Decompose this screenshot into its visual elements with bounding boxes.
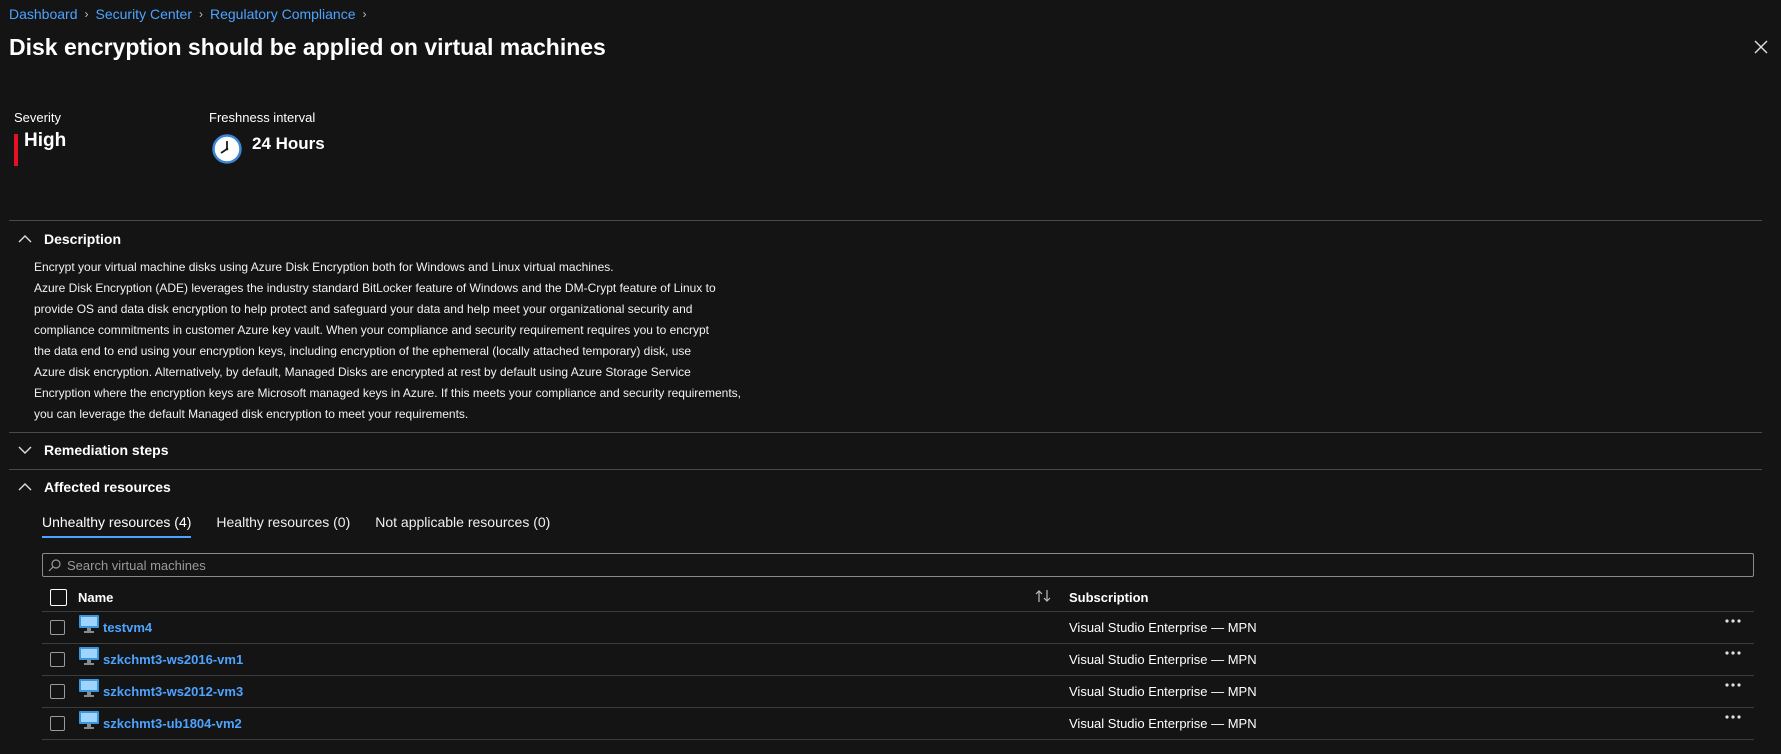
- tab-unhealthy[interactable]: Unhealthy resources (4): [42, 514, 192, 538]
- row-checkbox[interactable]: [50, 684, 65, 699]
- description-line: Azure disk encryption. Alternatively, by…: [34, 365, 691, 379]
- page-title: Disk encryption should be applied on vir…: [9, 34, 606, 60]
- severity-value: High: [24, 130, 67, 151]
- chevron-up-icon: [18, 483, 32, 491]
- search-icon: [48, 558, 61, 571]
- clock-icon: [212, 134, 242, 164]
- vm-name-link[interactable]: szkchmt3-ub1804-vm2: [103, 716, 242, 731]
- row-checkbox[interactable]: [50, 716, 65, 731]
- row-checkbox[interactable]: [50, 652, 65, 667]
- divider: [9, 469, 1762, 470]
- resources-table: Name Subscription testvm4 Visual Studio …: [42, 583, 1754, 740]
- table-row: testvm4 Visual Studio Enterprise — MPN: [42, 612, 1754, 644]
- description-line: you can leverage the default Managed dis…: [34, 407, 469, 421]
- section-remediation-title: Remediation steps: [44, 442, 169, 458]
- severity-block: Severity High: [14, 110, 66, 166]
- freshness-block: Freshness interval 24 Hours: [209, 110, 325, 164]
- more-options-icon[interactable]: [1724, 714, 1742, 720]
- select-all-checkbox[interactable]: [50, 588, 67, 606]
- table-header: Name Subscription: [42, 583, 1754, 612]
- description-line: compliance commitments in customer Azure…: [34, 323, 709, 337]
- more-options-icon[interactable]: [1724, 618, 1742, 624]
- vm-name-cell: testvm4: [78, 614, 152, 635]
- subscription-cell: Visual Studio Enterprise — MPN: [1069, 652, 1257, 667]
- breadcrumb: Dashboard › Security Center › Regulatory…: [9, 6, 374, 22]
- freshness-label: Freshness interval: [209, 110, 316, 125]
- sort-icon[interactable]: [1034, 589, 1052, 603]
- column-header-name[interactable]: Name: [78, 590, 113, 605]
- description-line: provide OS and data disk encryption to h…: [34, 302, 693, 316]
- vm-name-link[interactable]: szkchmt3-ws2016-vm1: [103, 652, 243, 667]
- section-affected-header[interactable]: Affected resources: [18, 479, 171, 495]
- vm-name-link[interactable]: testvm4: [103, 620, 152, 635]
- vm-name-link[interactable]: szkchmt3-ws2012-vm3: [103, 684, 243, 699]
- chevron-right-icon: ›: [84, 7, 89, 21]
- column-header-subscription: Subscription: [1069, 589, 1149, 605]
- row-checkbox[interactable]: [50, 620, 65, 635]
- breadcrumb-regulatory-compliance[interactable]: Regulatory Compliance: [210, 6, 356, 22]
- search-box: [42, 553, 1754, 577]
- more-options-icon[interactable]: [1724, 650, 1742, 656]
- close-icon[interactable]: [1752, 38, 1770, 56]
- breadcrumb-security-center[interactable]: Security Center: [96, 6, 192, 22]
- search-input[interactable]: [65, 556, 1719, 574]
- chevron-right-icon: ›: [198, 7, 203, 21]
- virtual-machine-icon: [79, 614, 99, 633]
- section-remediation-header[interactable]: Remediation steps: [18, 442, 168, 458]
- chevron-down-icon: [18, 446, 32, 454]
- severity-indicator: [14, 134, 18, 166]
- resource-tabs: Unhealthy resources (4) Healthy resource…: [42, 514, 575, 538]
- subscription-cell: Visual Studio Enterprise — MPN: [1069, 620, 1257, 635]
- section-description-header[interactable]: Description: [18, 231, 121, 247]
- more-options-icon[interactable]: [1724, 682, 1742, 688]
- virtual-machine-icon: [79, 710, 99, 729]
- description-text: Encrypt your virtual machine disks using…: [34, 257, 794, 425]
- freshness-value: 24 Hours: [252, 134, 325, 153]
- subscription-cell: Visual Studio Enterprise — MPN: [1069, 684, 1257, 699]
- vm-name-cell: szkchmt3-ub1804-vm2: [78, 710, 242, 731]
- table-row: szkchmt3-ws2012-vm3 Visual Studio Enterp…: [42, 676, 1754, 708]
- tab-not-applicable[interactable]: Not applicable resources (0): [375, 514, 550, 538]
- vm-name-cell: szkchmt3-ws2016-vm1: [78, 646, 243, 667]
- table-row: szkchmt3-ws2016-vm1 Visual Studio Enterp…: [42, 644, 1754, 676]
- chevron-right-icon: ›: [362, 7, 367, 21]
- description-line: Azure Disk Encryption (ADE) leverages th…: [34, 281, 716, 295]
- description-line: the data end to end using your encryptio…: [34, 344, 692, 358]
- subscription-cell: Visual Studio Enterprise — MPN: [1069, 716, 1257, 731]
- virtual-machine-icon: [79, 646, 99, 665]
- divider: [9, 432, 1762, 433]
- virtual-machine-icon: [79, 678, 99, 697]
- severity-label: Severity: [14, 110, 61, 125]
- breadcrumb-dashboard[interactable]: Dashboard: [9, 6, 78, 22]
- description-line: Encryption where the encryption keys are…: [34, 386, 741, 400]
- description-line: Encrypt your virtual machine disks using…: [34, 260, 614, 274]
- table-row: szkchmt3-ub1804-vm2 Visual Studio Enterp…: [42, 708, 1754, 740]
- chevron-up-icon: [18, 235, 32, 243]
- divider: [9, 220, 1762, 221]
- section-affected-title: Affected resources: [44, 479, 171, 495]
- section-description-title: Description: [44, 231, 122, 247]
- vm-name-cell: szkchmt3-ws2012-vm3: [78, 678, 243, 699]
- tab-healthy[interactable]: Healthy resources (0): [216, 514, 350, 538]
